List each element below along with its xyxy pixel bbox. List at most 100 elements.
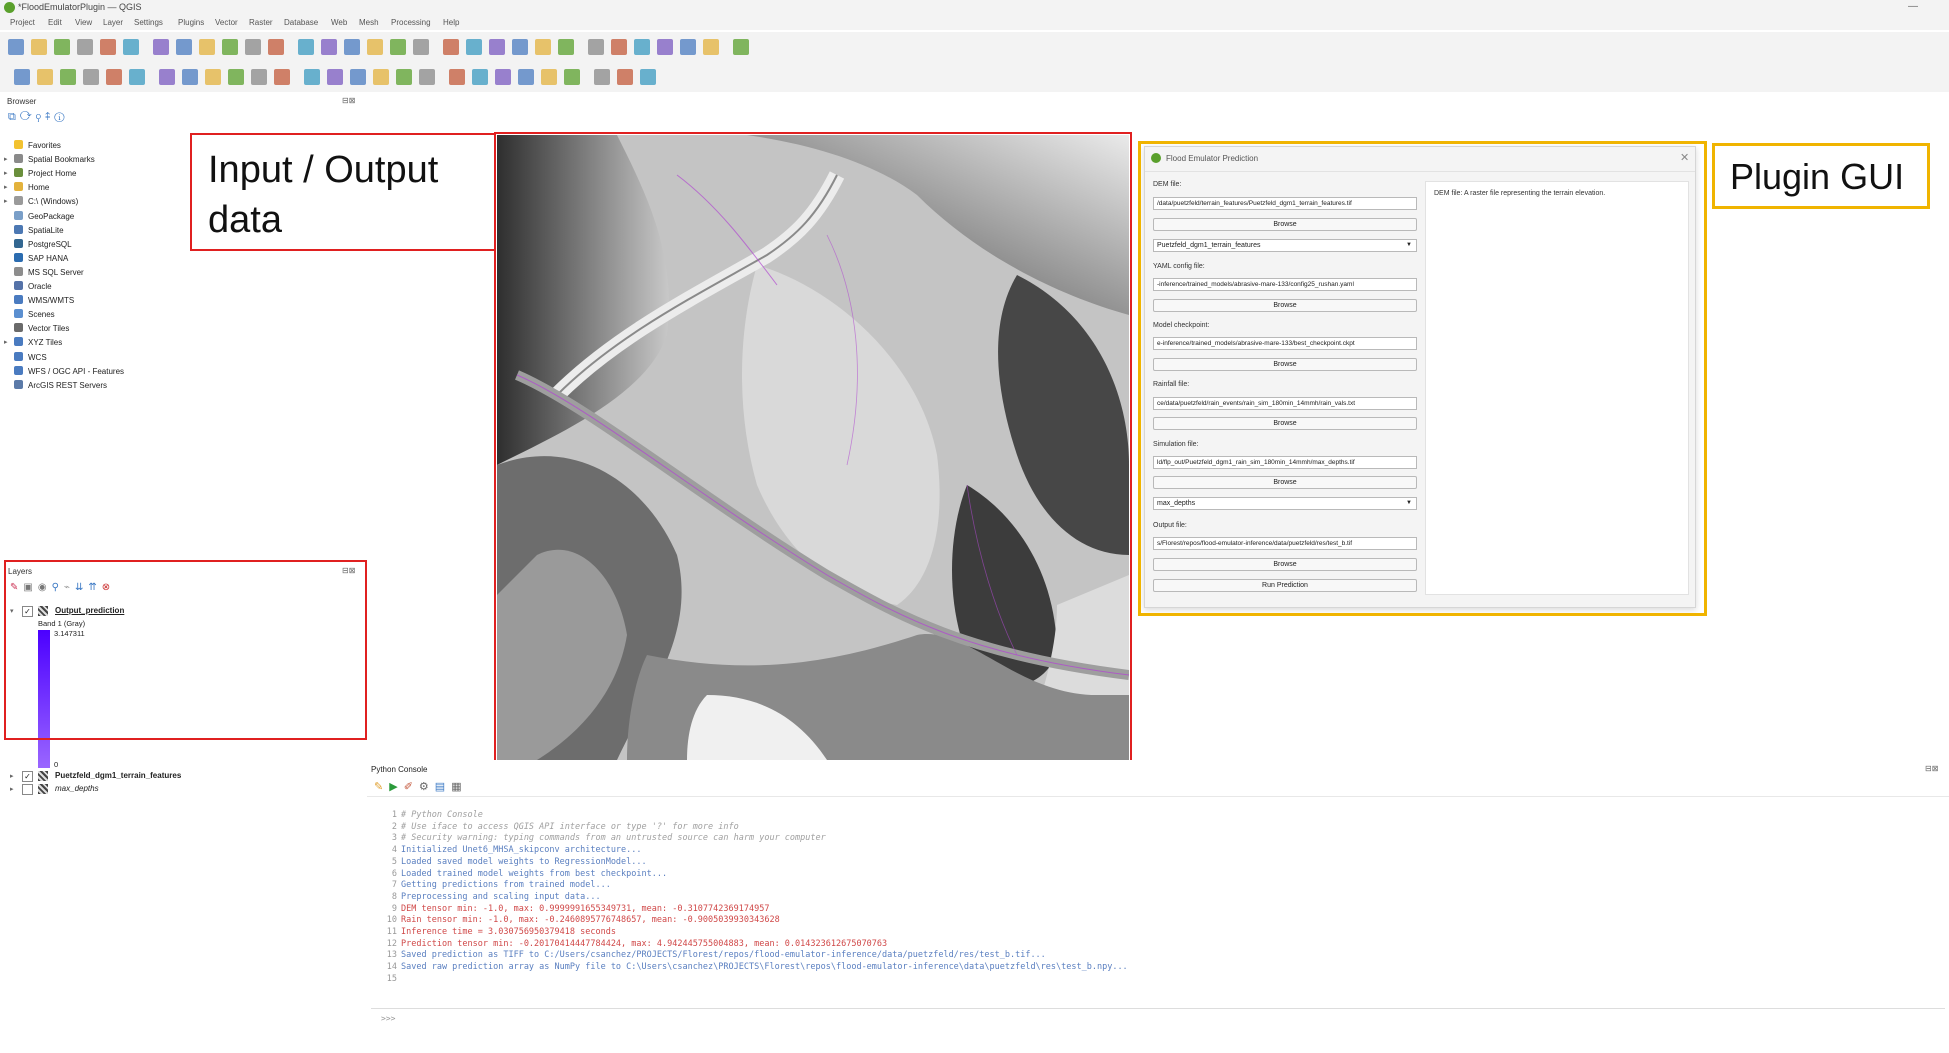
annotation-icon[interactable] xyxy=(703,39,719,55)
menu-view[interactable]: View xyxy=(75,18,92,27)
pan-icon[interactable] xyxy=(153,39,169,55)
panel-close-icon[interactable]: ⊟⊠ xyxy=(342,96,355,105)
toggle-editor-icon[interactable]: ▦ xyxy=(451,781,467,793)
zoom-to-layer-icon[interactable] xyxy=(298,39,314,55)
select-icon[interactable] xyxy=(558,39,574,55)
zoom-to-selection-icon[interactable] xyxy=(268,39,284,55)
minimize-icon[interactable]: — xyxy=(1908,1,1918,12)
collapse-icon[interactable]: ⇞ xyxy=(45,111,54,123)
zoom-next-icon[interactable] xyxy=(367,39,383,55)
menu-processing[interactable]: Processing xyxy=(391,18,431,27)
browser-item[interactable]: WCS xyxy=(14,351,47,362)
temporal-icon[interactable] xyxy=(489,39,505,55)
browser-item[interactable]: C:\ (Windows) xyxy=(14,196,78,206)
new-bookmark-icon[interactable] xyxy=(443,39,459,55)
refresh-icon[interactable] xyxy=(512,39,528,55)
run-command-icon[interactable]: ▶ xyxy=(389,781,403,793)
new-layer-icon[interactable] xyxy=(37,69,53,85)
menu-raster[interactable]: Raster xyxy=(249,18,273,27)
new-3d-view-icon[interactable] xyxy=(413,39,429,55)
layer-name-depths[interactable]: max_depths xyxy=(55,784,99,793)
add-mesh-icon[interactable] xyxy=(106,69,122,85)
redo-icon[interactable] xyxy=(350,69,366,85)
copy-icon[interactable] xyxy=(274,69,290,85)
browser-item[interactable]: ArcGIS REST Servers xyxy=(14,379,107,390)
pan-to-selection-icon[interactable] xyxy=(176,39,192,55)
browser-item[interactable]: Oracle xyxy=(14,281,52,291)
deselect-icon[interactable] xyxy=(588,39,604,55)
zoom-native-icon[interactable] xyxy=(321,39,337,55)
style-manager-icon[interactable] xyxy=(123,39,139,55)
console-close-icon[interactable]: ⊟⊠ xyxy=(1925,764,1938,773)
label-icon[interactable] xyxy=(373,69,389,85)
browser-item[interactable]: Favorites xyxy=(14,140,61,150)
python-console-icon[interactable] xyxy=(541,69,557,85)
zoom-last-icon[interactable] xyxy=(344,39,360,55)
expand-arrow-icon[interactable]: ▸ xyxy=(4,197,8,205)
menu-mesh[interactable]: Mesh xyxy=(359,18,379,27)
browser-item[interactable]: Project Home xyxy=(14,168,76,178)
flood-emulator-icon[interactable] xyxy=(640,69,656,85)
menu-help[interactable]: Help xyxy=(443,18,459,27)
browser-item[interactable]: MS SQL Server xyxy=(14,266,84,277)
label-move-icon[interactable] xyxy=(449,69,465,85)
browser-item[interactable]: Scenes xyxy=(14,309,55,319)
browser-item[interactable]: Home xyxy=(14,182,49,192)
console-input[interactable]: >>> xyxy=(371,1008,1945,1045)
label-pin-icon[interactable] xyxy=(396,69,412,85)
measure-icon[interactable] xyxy=(680,39,696,55)
add-feature-icon[interactable] xyxy=(182,69,198,85)
delete-icon[interactable] xyxy=(228,69,244,85)
expand-arrow-icon[interactable]: ▸ xyxy=(10,785,14,793)
browser-item[interactable]: PostgreSQL xyxy=(14,238,72,249)
browser-item[interactable]: WFS / OGC API - Features xyxy=(14,365,124,376)
menu-vector[interactable]: Vector xyxy=(215,18,238,27)
new-map-view-icon[interactable] xyxy=(390,39,406,55)
menu-web[interactable]: Web xyxy=(331,18,347,27)
clear-console-icon[interactable]: ✎ xyxy=(374,781,389,793)
tips-icon[interactable] xyxy=(733,39,749,55)
identify-icon[interactable] xyxy=(535,39,551,55)
statistics-icon[interactable] xyxy=(634,39,650,55)
refresh-icon[interactable]: ⟳ xyxy=(20,111,36,123)
zoom-in-icon[interactable] xyxy=(199,39,215,55)
show-bookmarks-icon[interactable] xyxy=(466,39,482,55)
options-icon[interactable]: ⚙ xyxy=(419,781,435,793)
zoom-full-icon[interactable] xyxy=(245,39,261,55)
info-icon[interactable]: ⓘ xyxy=(54,111,68,123)
vertex-tool-icon[interactable] xyxy=(205,69,221,85)
expand-arrow-icon[interactable]: ▸ xyxy=(10,772,14,780)
paste-icon[interactable] xyxy=(304,69,320,85)
hide-icon[interactable] xyxy=(594,69,610,85)
menu-settings[interactable]: Settings xyxy=(134,18,163,27)
filter-icon[interactable]: ⚲ xyxy=(36,111,45,123)
open-project-icon[interactable] xyxy=(31,39,47,55)
layer-visibility-checkbox[interactable]: ✓ xyxy=(22,771,33,782)
browser-item[interactable]: GeoPackage xyxy=(14,210,74,221)
field-calculator-icon[interactable] xyxy=(611,39,627,55)
print-layout-icon[interactable] xyxy=(100,39,116,55)
menu-database[interactable]: Database xyxy=(284,18,318,27)
zoom-out-icon[interactable] xyxy=(222,39,238,55)
expand-arrow-icon[interactable]: ▸ xyxy=(4,338,8,346)
label-show-icon[interactable] xyxy=(419,69,435,85)
undo-icon[interactable] xyxy=(327,69,343,85)
attribute-table-icon[interactable] xyxy=(657,39,673,55)
layer-name-terrain[interactable]: Puetzfeld_dgm1_terrain_features xyxy=(55,771,181,780)
browser-item[interactable]: SAP HANA xyxy=(14,252,68,263)
save-project-icon[interactable] xyxy=(54,39,70,55)
browser-item[interactable]: XYZ Tiles xyxy=(14,337,62,347)
menu-plugins[interactable]: Plugins xyxy=(178,18,204,27)
edit-pencil-icon[interactable] xyxy=(129,69,145,85)
add-vector-icon[interactable] xyxy=(60,69,76,85)
menu-edit[interactable]: Edit xyxy=(48,18,62,27)
menu-layer[interactable]: Layer xyxy=(103,18,123,27)
label-rotate-icon[interactable] xyxy=(472,69,488,85)
new-project-icon[interactable] xyxy=(8,39,24,55)
browser-item[interactable]: WMS/WMTS xyxy=(14,295,74,305)
browser-item[interactable]: Spatial Bookmarks xyxy=(14,154,95,164)
diagram-icon[interactable] xyxy=(518,69,534,85)
label-change-icon[interactable] xyxy=(495,69,511,85)
expand-arrow-icon[interactable]: ▸ xyxy=(4,183,8,191)
add-selected-icon[interactable]: ⧉ xyxy=(8,111,20,123)
